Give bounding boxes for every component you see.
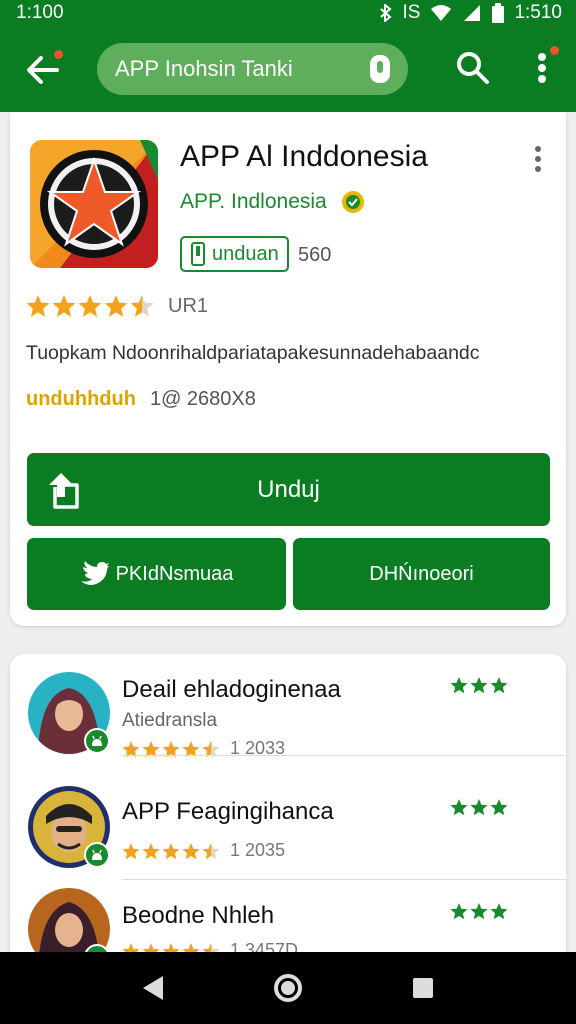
square-recents-icon xyxy=(412,978,433,998)
install-chip[interactable]: unduan xyxy=(180,236,289,272)
network-label: IS xyxy=(402,2,421,23)
star-icon xyxy=(450,677,468,694)
wishlist-button[interactable]: DHŃınoeori xyxy=(293,538,550,610)
twitter-bird-icon xyxy=(80,561,109,585)
downloads-value: 1@ 2680X8 xyxy=(149,388,256,410)
app-icon[interactable] xyxy=(30,140,158,268)
list-item[interactable]: Deail ehladoginenaa Atiedransla 1 2033 xyxy=(10,654,566,758)
search-button[interactable] xyxy=(453,48,493,88)
status-time-right: 1:510 xyxy=(514,2,562,23)
star-icon xyxy=(142,842,160,859)
item-title: Deail ehladoginenaa xyxy=(122,676,341,703)
verified-badge-icon xyxy=(341,190,365,214)
item-title: APP Feagingihanca xyxy=(122,798,334,825)
avatar-wrap xyxy=(28,786,110,868)
star-icon xyxy=(470,903,488,920)
similar-apps-card: Deail ehladoginenaa Atiedransla 1 2033 A… xyxy=(10,654,566,964)
more-options-button[interactable] xyxy=(524,44,561,90)
item-subtitle: Atiedransla xyxy=(122,710,218,731)
star-icon xyxy=(490,677,508,694)
app-description: Tuopkam Ndoonrihaldpariatapakesunnadehab… xyxy=(26,342,480,364)
install-button-label: Unduj xyxy=(257,475,320,503)
install-chip-label: unduan xyxy=(212,242,279,265)
share-button[interactable]: PKIdNsmuaa xyxy=(27,538,286,610)
star-icon xyxy=(510,677,528,694)
item-quick-rating xyxy=(450,902,548,920)
avatar-wrap xyxy=(28,672,110,754)
list-item[interactable]: APP Feagingihanca 1 2035 xyxy=(10,778,566,880)
item-quick-rating xyxy=(450,676,548,694)
star-icon xyxy=(130,295,154,317)
star-icon xyxy=(52,295,76,317)
star-icon xyxy=(490,903,508,920)
item-title: Beodne Nhleh xyxy=(122,902,275,929)
notification-dot xyxy=(548,44,561,57)
star-icon xyxy=(510,903,528,920)
star-icon xyxy=(470,677,488,694)
star-icon xyxy=(182,842,200,859)
mic-icon[interactable] xyxy=(366,53,394,85)
app-bar: APP Inohsin Tanki xyxy=(0,26,576,112)
downloads-label: unduhhduh xyxy=(26,388,136,410)
search-icon xyxy=(457,52,489,84)
download-icon xyxy=(45,471,81,516)
status-bar: 1:100 IS 1:510 xyxy=(0,0,576,26)
star-icon xyxy=(202,842,220,859)
nav-home-button[interactable] xyxy=(266,966,310,1010)
system-nav-bar xyxy=(0,952,576,1024)
status-icons: IS 1:510 xyxy=(379,2,562,24)
triangle-back-icon xyxy=(143,976,164,1000)
search-bar[interactable]: APP Inohsin Tanki xyxy=(97,43,408,95)
search-input[interactable]: APP Inohsin Tanki xyxy=(115,56,366,82)
star-icon xyxy=(162,842,180,859)
battery-icon xyxy=(492,3,505,23)
bluetooth-icon xyxy=(379,4,393,22)
nav-recents-button[interactable] xyxy=(401,966,445,1010)
rating-stars xyxy=(26,294,154,318)
status-time: 1:100 xyxy=(16,2,64,23)
developer-name[interactable]: APP. Indlonesia xyxy=(180,190,327,214)
developer-link[interactable]: APP. Indlonesia xyxy=(180,190,365,214)
star-icon xyxy=(450,903,468,920)
app-title: APP Al Inddonesia xyxy=(180,140,428,173)
more-vert-icon xyxy=(535,146,541,172)
wishlist-button-label: DHŃınoeori xyxy=(369,562,474,585)
app-detail-card: APP Al Inddonesia APP. Indlonesia unduan… xyxy=(10,112,566,626)
star-icon xyxy=(510,799,528,816)
star-icon xyxy=(26,295,50,317)
install-chip-count: 560 xyxy=(298,244,332,266)
item-rating-text: 1 2035 xyxy=(230,840,286,860)
star-icon xyxy=(78,295,102,317)
android-badge-icon xyxy=(84,842,110,868)
install-button[interactable]: Unduj xyxy=(27,453,550,526)
rating-text: UR1 xyxy=(168,294,209,317)
rating-row: UR1 xyxy=(26,294,208,318)
phone-icon xyxy=(191,242,205,266)
item-rating: 1 2035 xyxy=(122,840,285,861)
nav-back-button[interactable] xyxy=(131,966,175,1010)
item-quick-rating xyxy=(450,798,548,816)
downloads-row: unduhhduh 1@ 2680X8 xyxy=(26,388,256,411)
star-icon xyxy=(470,799,488,816)
star-icon xyxy=(530,677,548,694)
notification-dot xyxy=(52,48,65,61)
android-badge-icon xyxy=(84,728,110,754)
star-icon xyxy=(450,799,468,816)
star-icon xyxy=(530,799,548,816)
star-icon xyxy=(530,903,548,920)
more-vert-icon xyxy=(538,53,546,83)
divider xyxy=(122,755,566,756)
star-icon xyxy=(122,842,140,859)
back-button[interactable] xyxy=(22,48,65,90)
circle-home-icon xyxy=(273,974,302,1002)
signal-icon xyxy=(462,4,482,22)
wifi-icon xyxy=(430,4,452,22)
card-more-button[interactable] xyxy=(526,142,550,176)
star-icon xyxy=(104,295,128,317)
star-icon xyxy=(490,799,508,816)
share-button-label: PKIdNsmuaa xyxy=(115,562,234,585)
item-stars xyxy=(122,842,220,860)
